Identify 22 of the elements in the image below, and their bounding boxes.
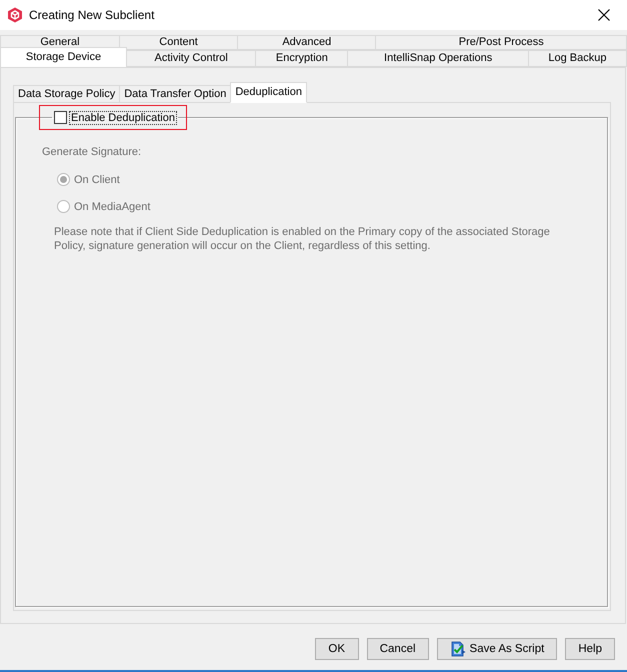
tab[interactable]: Encryption: [255, 50, 348, 67]
tab[interactable]: Advanced: [237, 35, 376, 50]
dialog-button[interactable]: OK: [314, 638, 359, 660]
note-text: Please note that if Client Side Deduplication is enabled on the Primary copy of the associated Storage Policy, signature generation will occur on the Client, regardless of this setting.: [54, 225, 551, 253]
tab[interactable]: Content: [118, 35, 238, 50]
tab[interactable]: Log Backup: [528, 50, 627, 67]
tab[interactable]: Data Storage Policy: [13, 85, 120, 103]
tab[interactable]: IntelliSnap Operations: [347, 50, 529, 67]
window-title: Creating New Subclient: [29, 8, 154, 22]
close-icon: [598, 9, 610, 21]
save-script-button[interactable]: Save As Script: [436, 638, 558, 660]
checkbox[interactable]: [54, 111, 67, 124]
tab[interactable]: Pre/Post Process: [375, 35, 627, 50]
tab[interactable]: Activity Control: [126, 50, 256, 67]
dialog-button[interactable]: Cancel: [366, 638, 429, 660]
tab[interactable]: Deduplication: [230, 82, 307, 103]
script-check-icon: [450, 641, 466, 657]
dialog-button[interactable]: Help: [565, 638, 615, 660]
section-label: Generate Signature:: [42, 146, 142, 158]
tab[interactable]: Storage Device: [0, 47, 127, 67]
cube-icon: [7, 7, 23, 23]
checkbox-label[interactable]: Enable Deduplication: [70, 112, 176, 124]
